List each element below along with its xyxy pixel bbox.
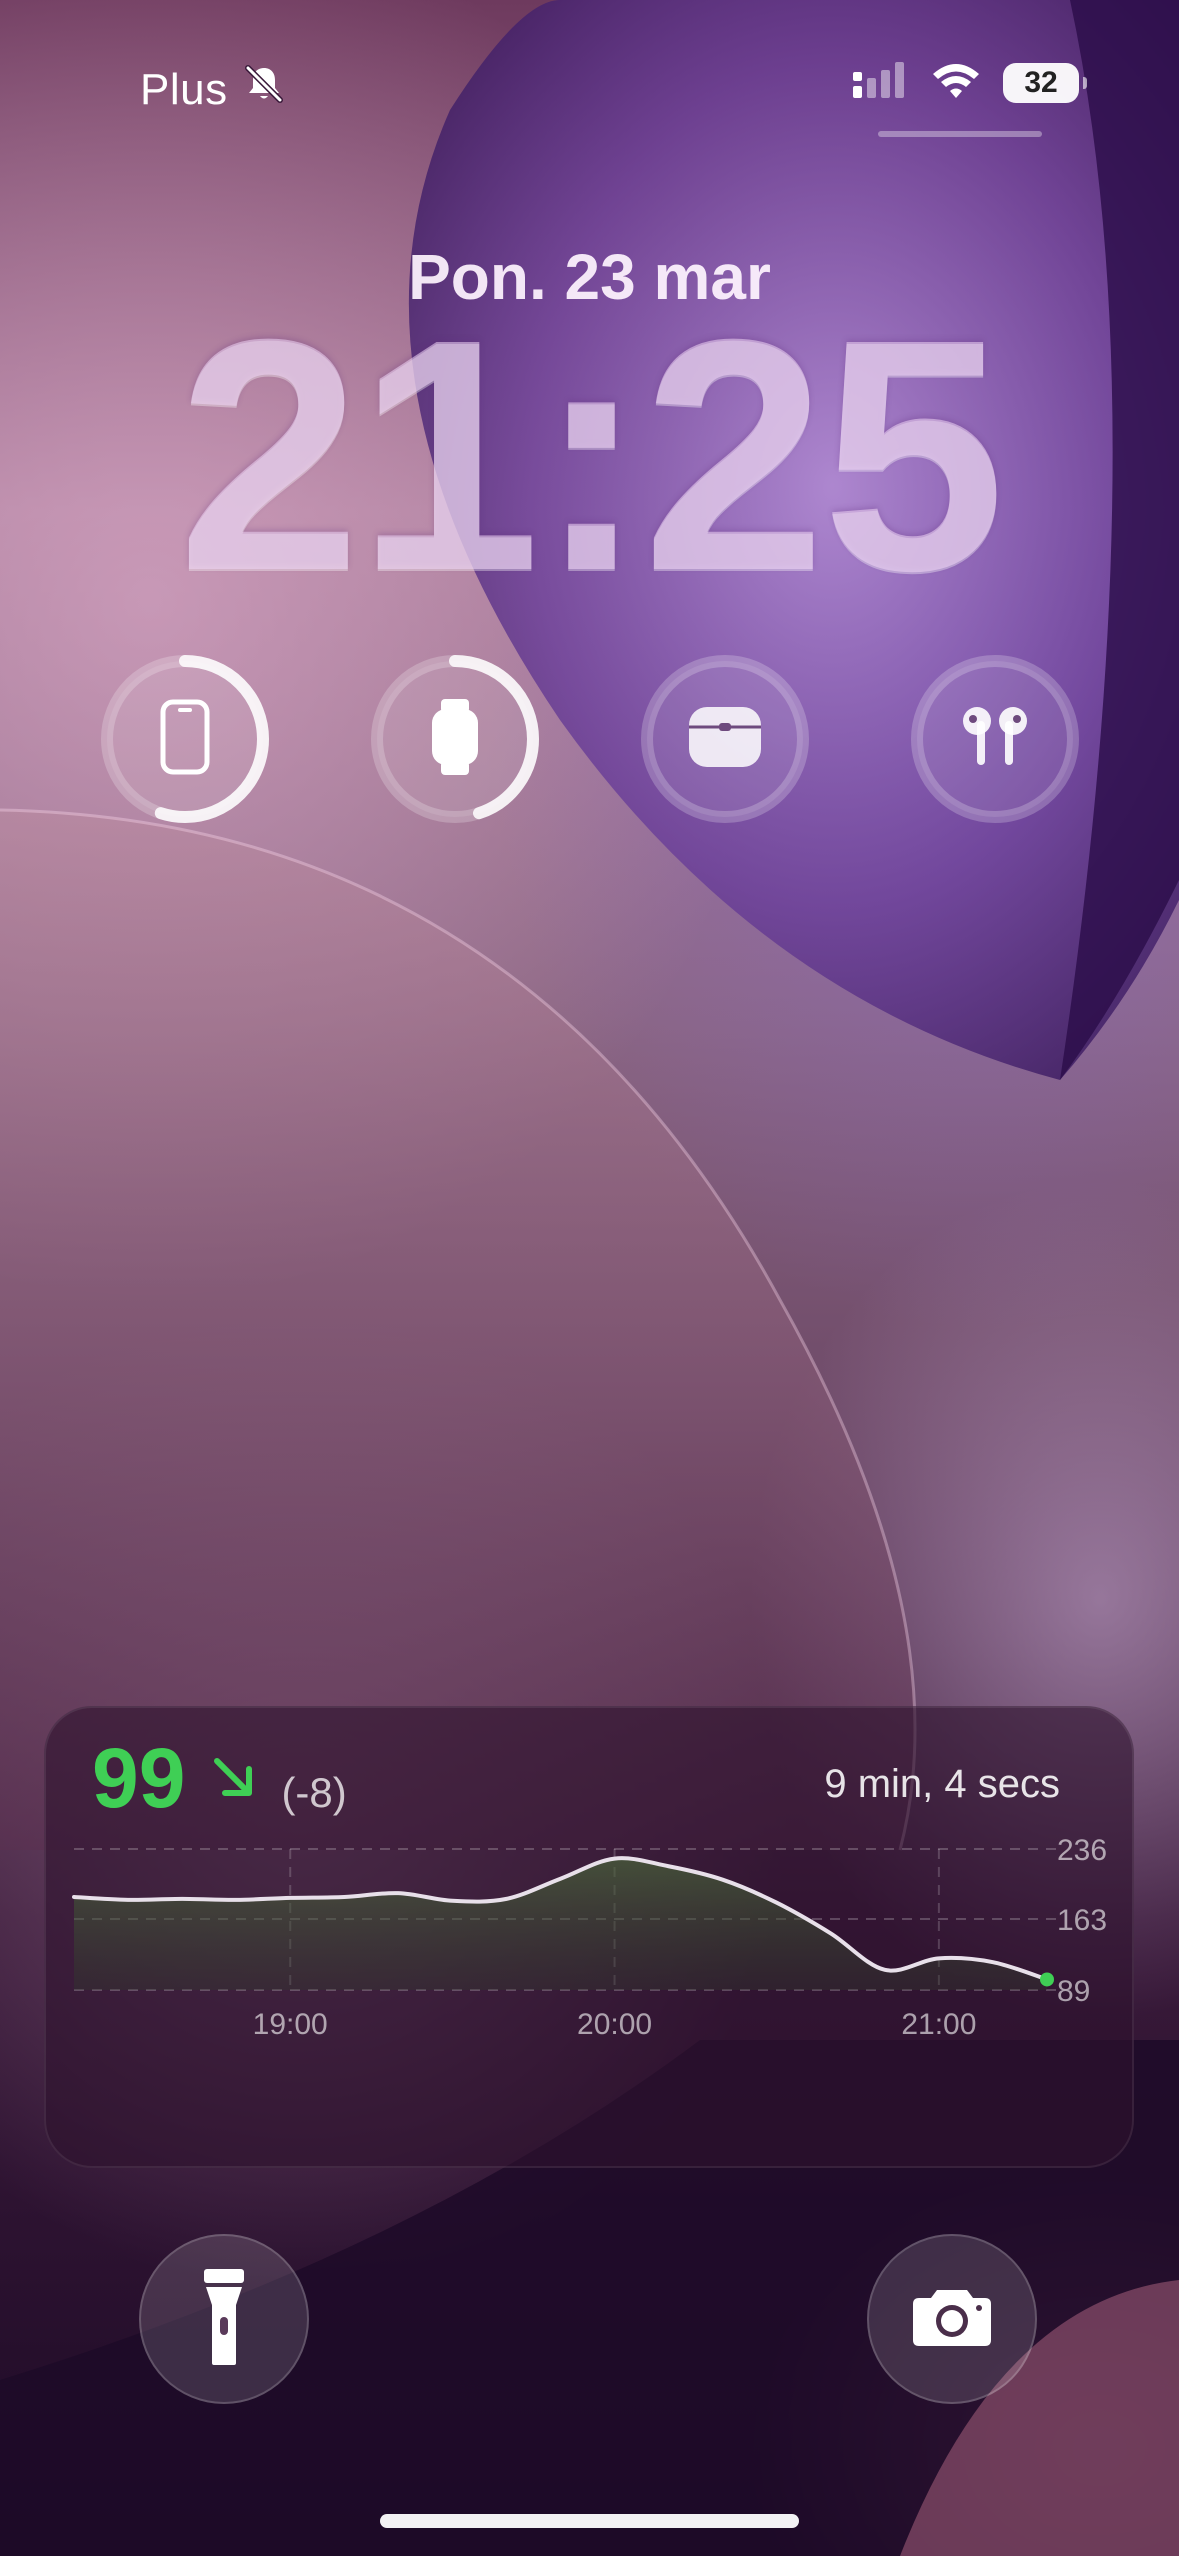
flashlight-button[interactable] — [139, 2234, 309, 2404]
wifi-icon — [929, 60, 983, 105]
carrier-name: Plus — [140, 64, 228, 114]
carrier-label: Plus — [140, 62, 286, 117]
chart-y-tick-label: 236 — [1057, 1834, 1107, 1867]
chart-current-point — [1040, 1972, 1054, 1987]
phone-icon — [160, 699, 210, 780]
bell-slash-icon — [242, 62, 286, 117]
airpods-case-icon — [687, 705, 763, 774]
glucose-widget[interactable]: 99 (-8) 9 min, 4 secs 236 163 89 19:00 20:00… — [44, 1706, 1134, 2168]
battery-widget-phone[interactable] — [98, 652, 272, 826]
camera-button[interactable] — [867, 2234, 1037, 2404]
battery-widget-airpods[interactable] — [908, 652, 1082, 826]
home-indicator[interactable] — [380, 2514, 799, 2528]
battery-widget-row[interactable] — [98, 652, 1082, 826]
battery-widget-airpods-case[interactable] — [638, 652, 812, 826]
chart-x-tick-label: 19:00 — [253, 2008, 328, 2041]
battery-indicator: 32 — [1003, 62, 1087, 103]
status-indicators: 32 — [851, 60, 1087, 105]
flashlight-icon — [202, 2267, 246, 2372]
airpods-icon — [959, 701, 1031, 778]
cellular-signal-icon — [851, 60, 909, 105]
battery-widget-watch[interactable] — [368, 652, 542, 826]
chart-x-tick-label: 20:00 — [577, 2008, 652, 2041]
camera-icon — [911, 2286, 993, 2353]
battery-level: 32 — [1024, 65, 1058, 99]
chart-y-tick-label: 163 — [1057, 1904, 1107, 1937]
chart-y-tick-label: 89 — [1057, 1975, 1090, 2008]
glucose-chart: 236 163 89 19:00 20:00 21:00 — [72, 1834, 1107, 2041]
chart-x-tick-label: 21:00 — [901, 2008, 976, 2041]
watch-icon — [426, 697, 484, 782]
lock-clock[interactable]: 21:25 — [0, 290, 1179, 620]
wallpaper-lower-wave — [0, 810, 915, 1850]
status-grabber[interactable] — [878, 131, 1042, 137]
